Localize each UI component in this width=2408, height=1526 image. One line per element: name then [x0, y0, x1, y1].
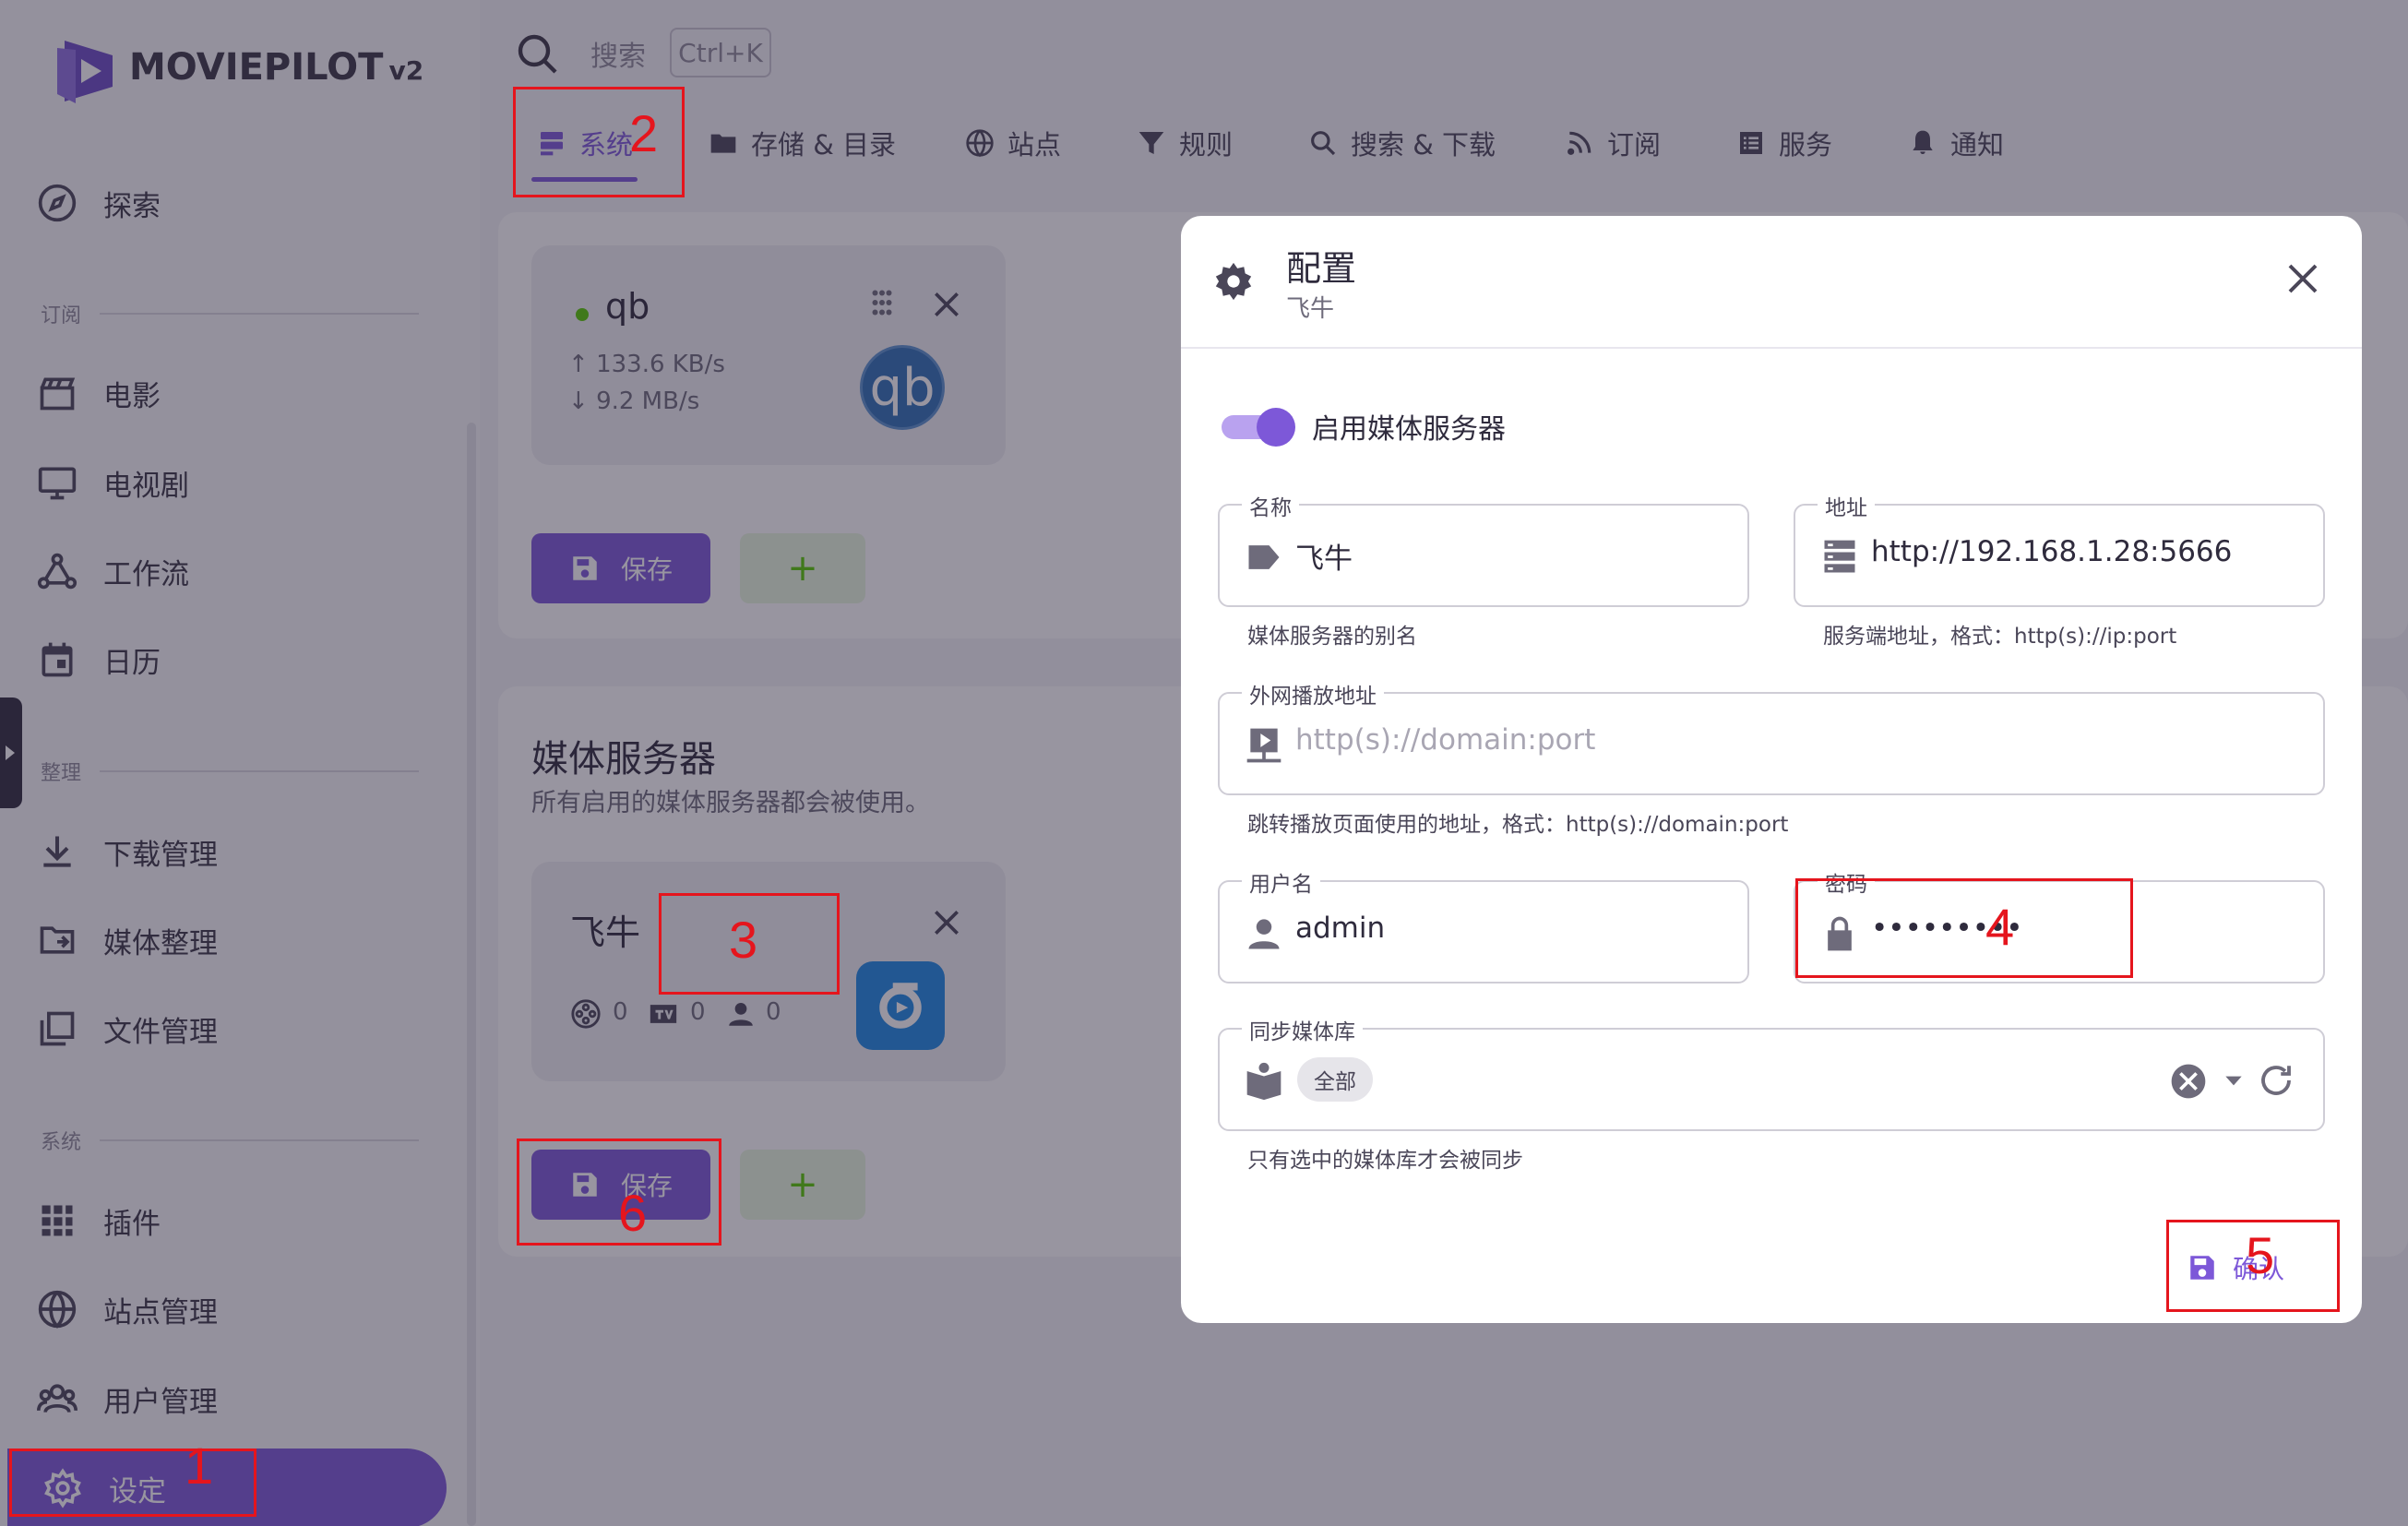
- server-icon: [1819, 537, 1860, 578]
- host-field-label: 地址: [1818, 490, 1875, 521]
- annotation-number-2: 2: [629, 104, 659, 162]
- play-host-field[interactable]: 外网播放地址 http(s)://domain:port: [1218, 678, 2325, 795]
- host-field[interactable]: 地址 http://192.168.1.28:5666: [1794, 490, 2325, 607]
- chevron-down-icon[interactable]: [2222, 1068, 2246, 1092]
- host-field-value: http://192.168.1.28:5666: [1871, 535, 2233, 568]
- annotation-number-5: 5: [2246, 1226, 2275, 1284]
- annotation-number-6: 6: [618, 1184, 648, 1242]
- name-field-label: 名称: [1242, 490, 1299, 521]
- sync-libraries-hint: 只有选中的媒体库才会被同步: [1247, 1149, 1523, 1173]
- play-host-field-hint: 跳转播放页面使用的地址，格式：http(s)://domain:port: [1247, 813, 1789, 837]
- host-field-hint: 服务端地址，格式：http(s)://ip:port: [1823, 625, 2177, 649]
- annotation-number-1: 1: [185, 1437, 214, 1495]
- play-host-field-placeholder: http(s)://domain:port: [1295, 723, 1596, 757]
- dialog-subtitle: 飞牛: [1286, 295, 1335, 323]
- name-field-value: 飞牛: [1295, 542, 1353, 576]
- user-icon: [1244, 913, 1284, 954]
- name-field-hint: 媒体服务器的别名: [1247, 625, 1417, 649]
- annotation-box-4: [1795, 878, 2133, 978]
- close-icon[interactable]: [2281, 256, 2325, 301]
- enable-switch[interactable]: [1222, 404, 1297, 450]
- annotation-number-3: 3: [729, 911, 758, 969]
- play-box-icon: [1244, 725, 1284, 766]
- dialog-title: 配置: [1286, 248, 1357, 289]
- username-field[interactable]: 用户名 admin: [1218, 866, 1749, 984]
- enable-switch-label: 启用媒体服务器: [1312, 413, 1506, 446]
- annotation-box-2: [513, 87, 685, 197]
- sync-libraries-label: 同步媒体库: [1242, 1014, 1363, 1045]
- book-open-icon: [1244, 1061, 1284, 1102]
- play-host-field-label: 外网播放地址: [1242, 678, 1384, 709]
- refresh-icon[interactable]: [2257, 1061, 2295, 1100]
- sync-libraries-select[interactable]: 同步媒体库 全部: [1218, 1014, 2325, 1131]
- media-server-config-dialog: 配置 飞牛 启用媒体服务器 名称 飞牛 媒体服务器的别名 地址 http://1…: [1181, 216, 2362, 1323]
- username-field-label: 用户名: [1242, 866, 1320, 898]
- dialog-divider: [1181, 347, 2362, 349]
- library-chip-all[interactable]: 全部: [1297, 1057, 1373, 1102]
- clear-circle-icon[interactable]: [2168, 1061, 2209, 1102]
- gear-icon: [1212, 260, 1255, 303]
- annotation-box-1: [9, 1449, 256, 1517]
- tag-icon: [1244, 537, 1284, 578]
- annotation-number-4: 4: [1985, 898, 2015, 956]
- username-field-value: admin: [1295, 912, 1386, 945]
- name-field[interactable]: 名称 飞牛: [1218, 490, 1749, 607]
